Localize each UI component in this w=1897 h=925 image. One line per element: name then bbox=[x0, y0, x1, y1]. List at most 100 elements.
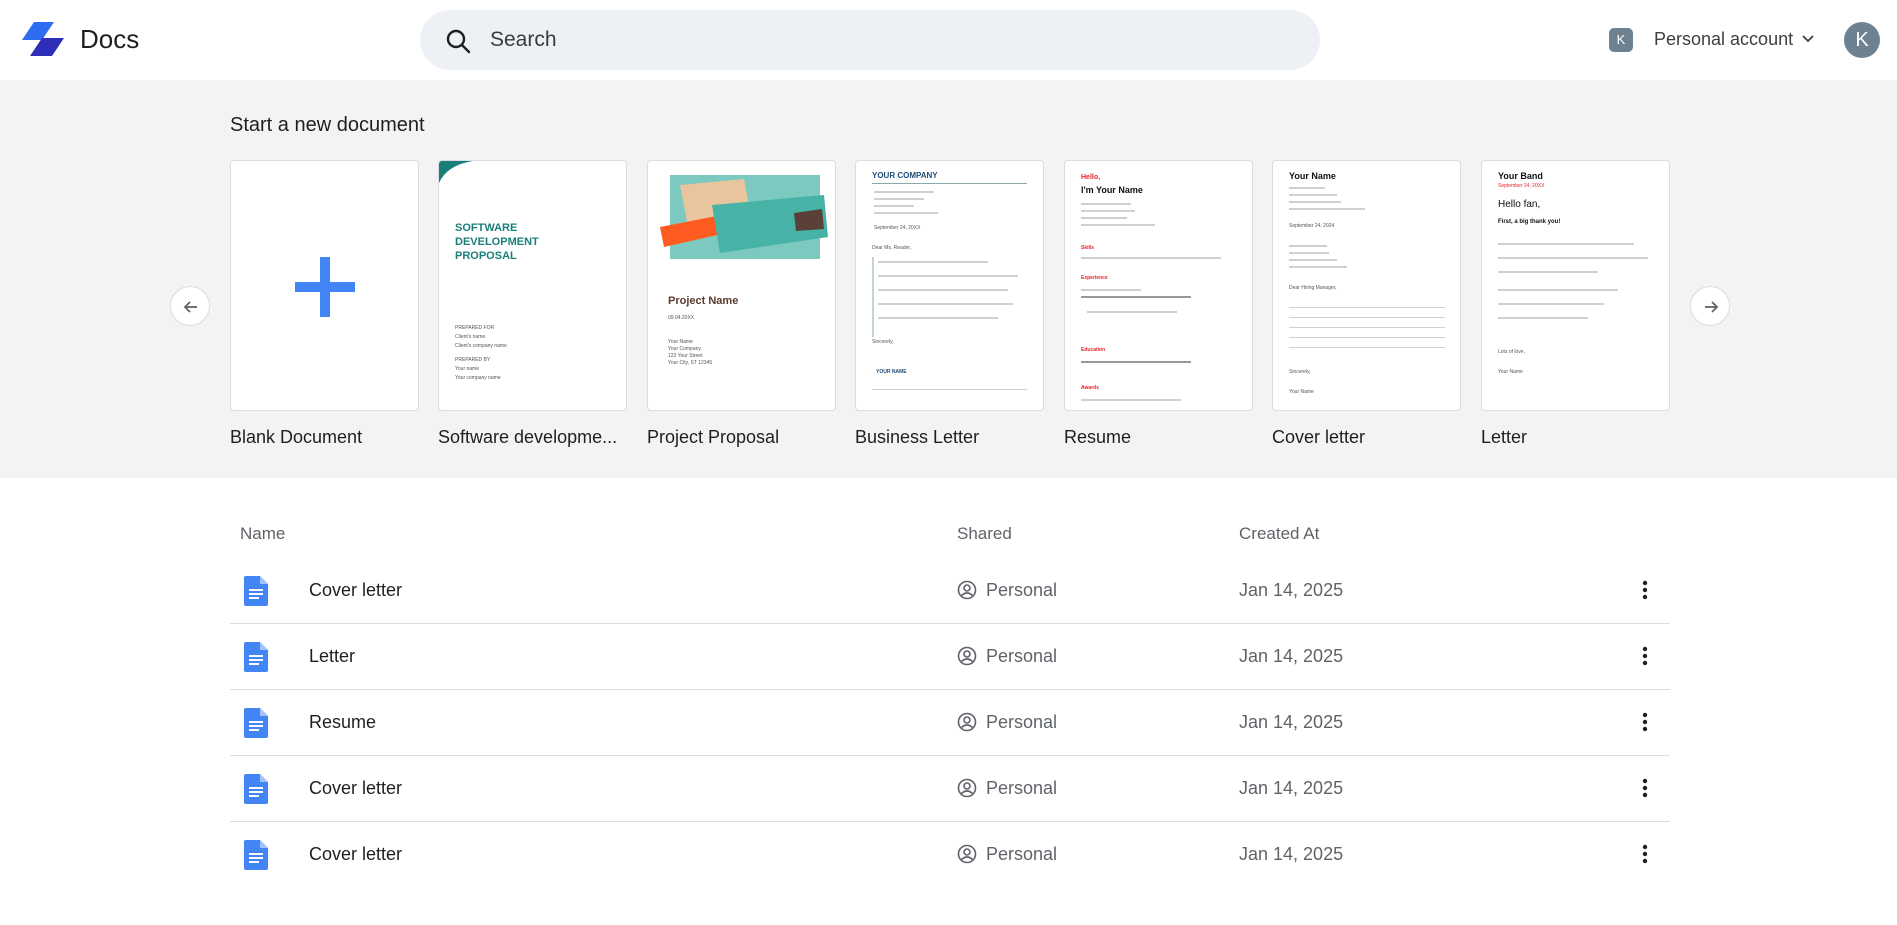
template-blank[interactable]: Blank Document bbox=[230, 160, 419, 448]
preview-title: Your Name bbox=[1289, 171, 1336, 181]
preview-text: September 24, 20XX bbox=[1498, 183, 1545, 189]
cover-art-image bbox=[660, 175, 828, 259]
template-thumbnail[interactable]: Hello, I'm Your Name Skills Experience E… bbox=[1064, 160, 1253, 411]
search-icon bbox=[446, 29, 471, 54]
preview-text: Skills bbox=[1081, 245, 1095, 251]
preview-text: Awards bbox=[1081, 385, 1099, 391]
user-avatar[interactable]: K bbox=[1844, 22, 1880, 58]
template-thumbnail[interactable]: Project Name 09.04.20XX Your Name Your C… bbox=[647, 160, 836, 411]
preview-text: September 24, 20XX bbox=[874, 225, 921, 231]
preview-text: Dear Hiring Manager, bbox=[1289, 285, 1337, 291]
preview-title: Project Name bbox=[668, 295, 739, 307]
preview-text: Hello fan, bbox=[1498, 199, 1541, 210]
arrow-right-icon bbox=[1705, 301, 1719, 313]
person-icon bbox=[957, 580, 977, 600]
docs-logo-icon[interactable] bbox=[20, 22, 64, 56]
column-header-created[interactable]: Created At bbox=[1239, 524, 1319, 544]
person-icon bbox=[957, 646, 977, 666]
shared-status: Personal bbox=[986, 646, 1058, 666]
template-thumbnail[interactable]: Your Name September 24, 2024 Dear Hiring… bbox=[1272, 160, 1461, 411]
document-icon bbox=[244, 642, 268, 672]
template-thumbnail[interactable]: Your Band September 24, 20XX Hello fan, … bbox=[1481, 160, 1670, 411]
table-row[interactable]: Cover letter Personal Jan 14, 2025 bbox=[230, 558, 1670, 624]
preview-text: PREPARED FOR bbox=[455, 325, 495, 331]
preview-text: Sincerely, bbox=[1289, 369, 1311, 375]
shared-status: Personal bbox=[986, 778, 1058, 798]
more-vert-icon[interactable] bbox=[1633, 708, 1657, 736]
preview-text: Your Name Your Company 123 Your Street Y… bbox=[668, 339, 713, 366]
template-label: Project Proposal bbox=[647, 427, 780, 447]
preview-text: Experience bbox=[1081, 275, 1108, 281]
shared-status: Personal bbox=[986, 712, 1058, 732]
person-icon bbox=[957, 778, 977, 798]
created-date: Jan 14, 2025 bbox=[1239, 646, 1344, 666]
preview-text: YOUR NAME bbox=[876, 369, 907, 375]
more-vert-icon[interactable] bbox=[1633, 576, 1657, 604]
more-vert-icon[interactable] bbox=[1633, 840, 1657, 868]
more-vert-icon[interactable] bbox=[1633, 642, 1657, 670]
template-software-proposal[interactable]: SOFTWARE DEVELOPMENT PROPOSAL PREPARED F… bbox=[438, 160, 627, 448]
document-name[interactable]: Resume bbox=[309, 712, 376, 733]
preview-title: Your Band bbox=[1498, 171, 1543, 181]
search-bar[interactable]: Search bbox=[420, 10, 1320, 70]
preview-text: Sincerely, bbox=[872, 339, 894, 345]
more-vert-icon[interactable] bbox=[1633, 774, 1657, 802]
document-icon bbox=[244, 774, 268, 804]
shared-status: Personal bbox=[986, 844, 1058, 864]
preview-text: September 24, 2024 bbox=[1289, 223, 1335, 229]
document-icon bbox=[244, 840, 268, 870]
template-label: Software developme... bbox=[438, 427, 618, 447]
preview-text: Dear Ms. Reader, bbox=[872, 245, 912, 251]
arrow-left-icon bbox=[183, 301, 197, 313]
account-switcher-label[interactable]: Personal account bbox=[1654, 29, 1793, 50]
carousel-prev-button[interactable] bbox=[170, 286, 210, 326]
app-header: Docs Search K Personal account K bbox=[0, 0, 1897, 80]
preview-text: Your Name bbox=[1498, 369, 1523, 375]
table-row[interactable]: Letter Personal Jan 14, 2025 bbox=[230, 624, 1670, 690]
column-header-shared[interactable]: Shared bbox=[957, 524, 1012, 544]
preview-text: Education bbox=[1081, 347, 1106, 353]
preview-text: Lots of love, bbox=[1498, 349, 1525, 355]
search-input[interactable]: Search bbox=[490, 28, 557, 52]
document-name[interactable]: Cover letter bbox=[309, 844, 402, 865]
table-row[interactable]: Cover letter Personal Jan 14, 2025 bbox=[230, 756, 1670, 822]
template-resume[interactable]: Hello, I'm Your Name Skills Experience E… bbox=[1064, 160, 1253, 448]
template-thumbnail[interactable]: YOUR COMPANY September 24, 20XX Dear Ms.… bbox=[855, 160, 1044, 411]
preview-text: Your name bbox=[455, 366, 479, 372]
document-name[interactable]: Cover letter bbox=[309, 580, 402, 601]
template-business-letter[interactable]: YOUR COMPANY September 24, 20XX Dear Ms.… bbox=[855, 160, 1044, 448]
shared-status: Personal bbox=[986, 580, 1058, 600]
document-name[interactable]: Letter bbox=[309, 646, 355, 667]
preview-title: YOUR COMPANY bbox=[872, 171, 938, 180]
chevron-down-icon[interactable] bbox=[1801, 32, 1815, 46]
template-label: Resume bbox=[1064, 427, 1132, 447]
preview-title: I'm Your Name bbox=[1081, 185, 1143, 195]
preview-text: Your company name bbox=[455, 375, 501, 381]
carousel-next-button[interactable] bbox=[1690, 286, 1730, 326]
template-label: Blank Document bbox=[230, 427, 363, 447]
created-date: Jan 14, 2025 bbox=[1239, 712, 1344, 732]
preview-text: Client's company name bbox=[455, 343, 507, 349]
document-name[interactable]: Cover letter bbox=[309, 778, 402, 799]
template-letter[interactable]: Your Band September 24, 20XX Hello fan, … bbox=[1481, 160, 1670, 448]
table-row[interactable]: Resume Personal Jan 14, 2025 bbox=[230, 690, 1670, 756]
created-date: Jan 14, 2025 bbox=[1239, 580, 1344, 600]
preview-text: PREPARED BY bbox=[455, 357, 491, 363]
template-label: Letter bbox=[1481, 427, 1528, 447]
document-icon bbox=[244, 708, 268, 738]
table-row[interactable]: Cover letter Personal Jan 14, 2025 bbox=[230, 822, 1670, 888]
template-thumbnail[interactable]: SOFTWARE DEVELOPMENT PROPOSAL PREPARED F… bbox=[438, 160, 627, 411]
created-date: Jan 14, 2025 bbox=[1239, 778, 1344, 798]
template-label: Business Letter bbox=[855, 427, 980, 447]
template-gallery-title: Start a new document bbox=[230, 114, 425, 136]
person-icon bbox=[957, 712, 977, 732]
template-cover-letter[interactable]: Your Name September 24, 2024 Dear Hiring… bbox=[1272, 160, 1461, 448]
account-badge[interactable]: K bbox=[1609, 28, 1633, 52]
template-label: Cover letter bbox=[1272, 427, 1366, 447]
template-thumbnail[interactable] bbox=[230, 160, 419, 411]
column-header-name[interactable]: Name bbox=[240, 524, 285, 544]
created-date: Jan 14, 2025 bbox=[1239, 844, 1344, 864]
template-project-proposal[interactable]: Project Name 09.04.20XX Your Name Your C… bbox=[647, 160, 836, 448]
plus-icon bbox=[295, 257, 355, 317]
preview-text: Hello, bbox=[1081, 174, 1101, 181]
